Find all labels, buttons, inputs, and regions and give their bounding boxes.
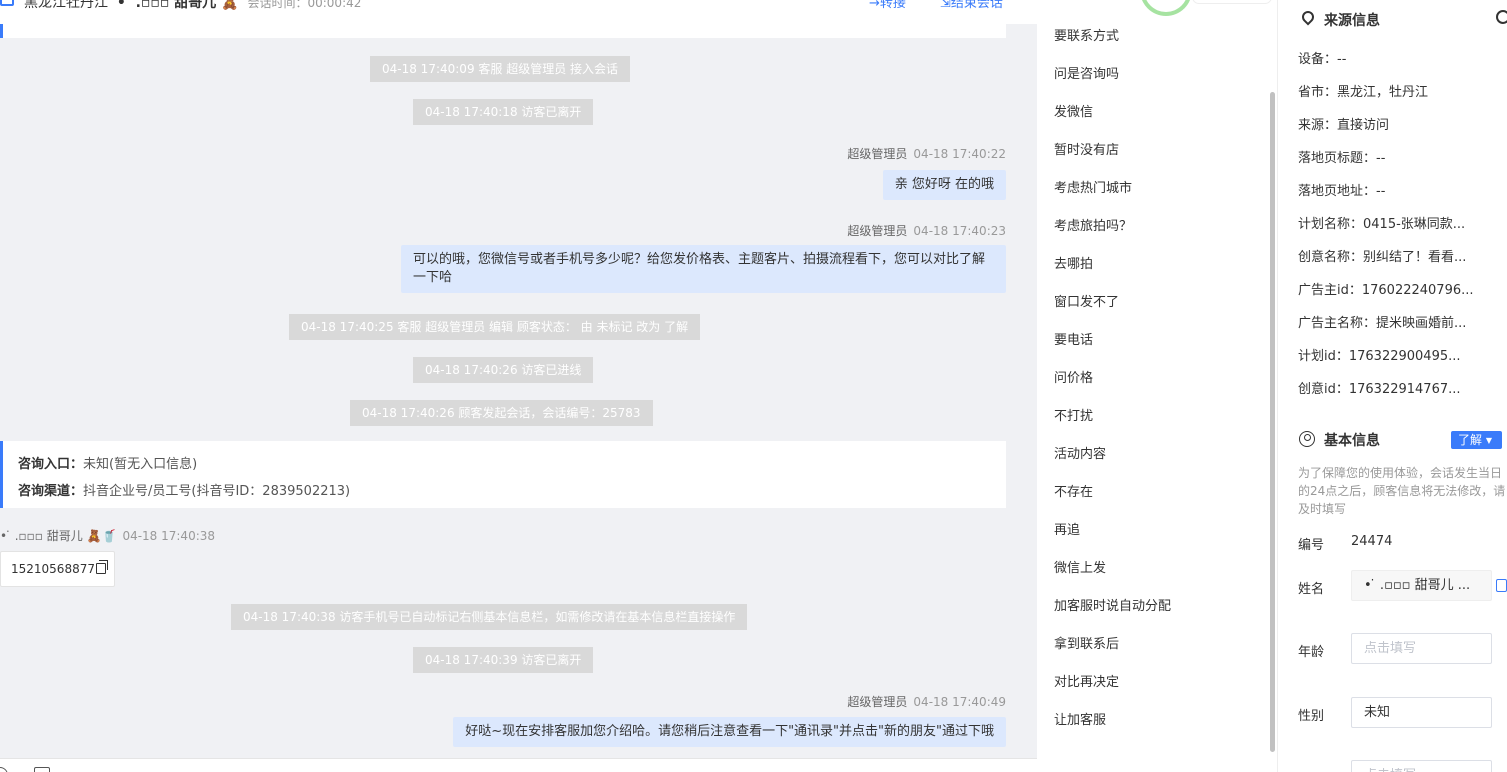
source-info-title: 来源信息 [1324, 13, 1380, 29]
gender-select[interactable]: 未知 [1351, 697, 1492, 728]
chat-panel: 黑龙江牡丹江 • ̇ .▫▫▫ 甜哥儿 🧸 会话时间：00:00:42 →转接 … [0, 0, 1037, 772]
status-pill [1192, 0, 1272, 4]
system-message: 04-18 17:40:25 客服 超级管理员 编辑 顾客状态： 由 未标记 改… [289, 314, 701, 340]
consult-entry-card: 咨询入口：未知(暂无入口信息) 咨询渠道：抖音企业号/员工号(抖音号ID：283… [0, 441, 1006, 508]
gender-label: 性别 [1298, 709, 1325, 724]
previous-card [0, 24, 1006, 38]
age-label: 年龄 [1298, 645, 1325, 660]
chat-icon [0, 0, 14, 6]
quick-phrase-item[interactable]: 拿到联系后 [1054, 633, 1119, 652]
source-info-row: 创意id：176322914767... [1298, 382, 1461, 397]
age-input[interactable] [1364, 641, 1479, 656]
quick-phrase-item[interactable]: 问价格 [1054, 367, 1093, 386]
status-tag-dropdown[interactable]: 了解 ▼ [1451, 431, 1502, 449]
id-label: 编号 [1298, 538, 1325, 553]
copy-icon[interactable] [1496, 579, 1507, 592]
quick-phrase-item[interactable]: 窗口发不了 [1054, 291, 1119, 310]
quick-phrase-item[interactable]: 微信上发 [1054, 557, 1106, 576]
agent-message: 好哒~现在安排客服加您介绍哈。请您稍后注意查看一下"通讯录"并点击"新的朋友"通… [453, 717, 1006, 747]
message-meta: 超级管理员 04-18 17:40:22 [847, 147, 1006, 161]
age-field[interactable] [1351, 633, 1492, 664]
quick-phrase-item[interactable]: 加客服时说自动分配 [1054, 595, 1171, 614]
copy-icon[interactable] [95, 560, 108, 574]
source-info-row: 省市：黑龙江，牡丹江 [1298, 85, 1429, 100]
location-pin-icon [1299, 8, 1317, 26]
next-field[interactable] [1351, 760, 1492, 772]
id-value: 24474 [1351, 534, 1393, 549]
visitor-message: 15210568877 [0, 551, 115, 587]
quick-phrase-item[interactable]: 要联系方式 [1054, 25, 1119, 44]
basic-info-title: 基本信息 [1324, 433, 1380, 449]
source-info-row: 设备：-- [1298, 52, 1347, 67]
name-label: 姓名 [1298, 582, 1325, 597]
quick-phrase-item[interactable]: 对比再决定 [1054, 671, 1119, 690]
settings-icon[interactable] [1496, 10, 1507, 24]
image-icon[interactable] [34, 767, 50, 772]
message-meta: 超级管理员 04-18 17:40:23 [847, 224, 1006, 238]
quick-phrase-item[interactable]: 发微信 [1054, 101, 1093, 120]
source-info-row: 广告主名称：提米映画婚前... [1298, 316, 1467, 331]
visitor-info-panel: 来源信息 设备：-- 省市：黑龙江，牡丹江 来源：直接访问 落地页标题：-- 落地页地址… [1278, 0, 1507, 772]
system-message: 04-18 17:40:39 访客已离开 [413, 647, 594, 673]
quick-phrase-item[interactable]: 再追 [1054, 519, 1080, 538]
chat-toolbar [0, 758, 1037, 772]
system-message: 04-18 17:40:09 客服 超级管理员 接入会话 [370, 56, 631, 82]
edit-notice: 为了保障您的使用体验，会话发生当日的24点之后，顾客信息将无法修改，请及时填写 [1298, 466, 1506, 516]
source-info-row: 广告主id：176022240796... [1298, 283, 1474, 298]
system-message: 04-18 17:40:26 访客已进线 [413, 357, 594, 383]
end-session-button[interactable]: ⇲结束会话 [940, 0, 1003, 11]
quick-phrases-panel: 要联系方式问是咨询吗发微信暂时没有店考虑热门城市 考虑旅拍吗？ 去哪拍窗口发不了要电… [1037, 0, 1278, 772]
agent-message: 可以的哦，您微信号或者手机号多少呢？给您发价格表、主题客片、拍摄流程看下，您可以… [401, 245, 1006, 293]
quick-phrase-item[interactable]: 考虑旅拍吗？ [1054, 215, 1132, 234]
quick-phrase-item[interactable]: 让加客服 [1054, 709, 1106, 728]
exit-icon: ⇲ [940, 0, 951, 11]
next-input[interactable] [1364, 768, 1479, 772]
caret-down-icon: ▼ [1485, 436, 1492, 445]
source-info-row: 计划名称：0415-张琳同款... [1298, 217, 1466, 232]
visitor-location: 黑龙江牡丹江 • ̇ .▫▫▫ 甜哥儿 🧸 会话时间：00:00:42 [24, 0, 362, 11]
source-info-row: 落地页标题：-- [1298, 151, 1386, 166]
source-info-row: 创意名称：别纠结了！看看... [1298, 250, 1467, 265]
quick-phrase-item[interactable]: 活动内容 [1054, 443, 1106, 462]
emoji-icon[interactable] [0, 767, 8, 772]
user-icon [1299, 431, 1315, 447]
system-message: 04-18 17:40:38 访客手机号已自动标记右侧基本信息栏，如需修改请在基… [231, 604, 748, 630]
quick-phrase-item[interactable]: 问是咨询吗 [1054, 63, 1119, 82]
quick-phrase-item[interactable]: 不存在 [1054, 481, 1093, 500]
source-info-row: 落地页地址：-- [1298, 184, 1386, 199]
scrollbar[interactable] [1270, 92, 1275, 752]
transfer-button[interactable]: →转接 [869, 0, 906, 11]
source-info-row: 来源：直接访问 [1298, 118, 1390, 133]
name-field[interactable]: • ̇ .▫▫▫ 甜哥儿 ... [1351, 570, 1492, 601]
quick-phrase-item[interactable]: 去哪拍 [1054, 253, 1093, 272]
system-message: 04-18 17:40:26 顾客发起会话，会话编号：25783 [350, 400, 653, 426]
message-meta: 超级管理员 04-18 17:40:49 [847, 695, 1006, 709]
message-meta: • ̇ .▫▫▫ 甜哥儿 🧸🥤 04-18 17:40:38 [0, 529, 216, 543]
quick-phrase-item[interactable]: 考虑热门城市 [1054, 177, 1132, 196]
system-message: 04-18 17:40:18 访客已离开 [413, 99, 594, 125]
chat-header: 黑龙江牡丹江 • ̇ .▫▫▫ 甜哥儿 🧸 会话时间：00:00:42 →转接 … [0, 0, 1037, 24]
source-info-row: 计划id：176322900495... [1298, 349, 1461, 364]
quick-phrase-item[interactable]: 不打扰 [1054, 405, 1093, 424]
quick-phrase-item[interactable]: 要电话 [1054, 329, 1093, 348]
agent-message: 亲 您好呀 在的哦 [882, 170, 1006, 200]
quick-phrase-item[interactable]: 暂时没有店 [1054, 139, 1119, 158]
